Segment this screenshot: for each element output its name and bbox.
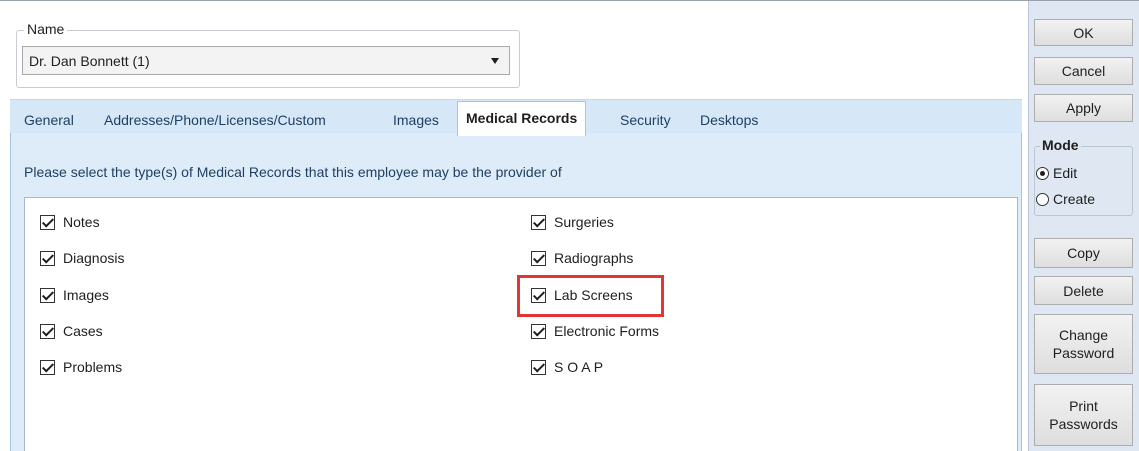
checkbox-diagnosis[interactable]: Diagnosis: [40, 248, 124, 268]
checkbox-checked-icon: [40, 214, 55, 230]
checkbox-label: Problems: [63, 359, 123, 375]
checkbox-label: Electronic Forms: [554, 323, 660, 339]
tab-general[interactable]: General: [24, 106, 74, 134]
checkbox-label: Surgeries: [554, 214, 614, 230]
checkbox-problems[interactable]: Problems: [40, 357, 122, 377]
radio-unselected-icon: [1036, 192, 1049, 206]
checkbox-soap[interactable]: S O A P: [531, 357, 603, 377]
checkbox-checked-icon: [531, 214, 546, 230]
checkbox-checked-icon: [531, 323, 546, 339]
radio-label: Create: [1053, 191, 1096, 207]
name-dropdown[interactable]: Dr. Dan Bonnett (1): [22, 46, 510, 75]
checkbox-checked-icon: [40, 359, 55, 375]
checkbox-checked-icon: [40, 250, 55, 266]
checkbox-notes[interactable]: Notes: [40, 212, 100, 232]
instructions-text: Please select the type(s) of Medical Rec…: [24, 164, 562, 180]
checkbox-label: S O A P: [554, 359, 604, 375]
tab-addresses[interactable]: Addresses/Phone/Licenses/Custom: [104, 106, 326, 134]
checkbox-checked-icon: [40, 323, 55, 339]
copy-button[interactable]: Copy: [1034, 238, 1133, 268]
checkbox-checked-icon: [531, 250, 546, 266]
tab-medical-records[interactable]: Medical Records: [457, 101, 587, 136]
checkbox-checked-icon: [531, 359, 546, 375]
mode-edit-radio[interactable]: Edit: [1036, 164, 1077, 182]
checkbox-label: Images: [63, 287, 109, 303]
checkbox-label: Notes: [63, 214, 100, 230]
ok-button[interactable]: OK: [1034, 19, 1133, 46]
checkbox-checked-icon: [40, 287, 55, 303]
name-legend: Name: [24, 22, 68, 36]
checkbox-label: Diagnosis: [63, 250, 125, 266]
lab-screens-highlight: [517, 275, 664, 317]
checkbox-images[interactable]: Images: [40, 285, 109, 305]
checkbox-radiographs[interactable]: Radiographs: [531, 248, 633, 268]
radio-selected-icon: [1036, 166, 1049, 180]
checkbox-surgeries[interactable]: Surgeries: [531, 212, 614, 232]
tab-images[interactable]: Images: [393, 106, 439, 134]
checkbox-label: Cases: [63, 323, 103, 339]
checkbox-electronic-forms[interactable]: Electronic Forms: [531, 321, 659, 341]
cancel-button[interactable]: Cancel: [1034, 57, 1133, 85]
mode-legend: Mode: [1040, 137, 1081, 153]
checkbox-cases[interactable]: Cases: [40, 321, 103, 341]
name-dropdown-value: Dr. Dan Bonnett (1): [29, 52, 150, 69]
change-password-button[interactable]: Change Password: [1034, 314, 1133, 374]
mode-create-radio[interactable]: Create: [1036, 190, 1095, 208]
print-passwords-button[interactable]: Print Passwords: [1034, 384, 1133, 446]
delete-button[interactable]: Delete: [1034, 276, 1133, 305]
radio-label: Edit: [1053, 165, 1078, 181]
tab-desktops[interactable]: Desktops: [700, 106, 758, 134]
apply-button[interactable]: Apply: [1034, 94, 1133, 122]
tab-security[interactable]: Security: [620, 106, 671, 134]
checkbox-label: Radiographs: [554, 250, 634, 266]
record-type-panel: [24, 197, 1018, 451]
chevron-down-icon[interactable]: [491, 58, 499, 64]
